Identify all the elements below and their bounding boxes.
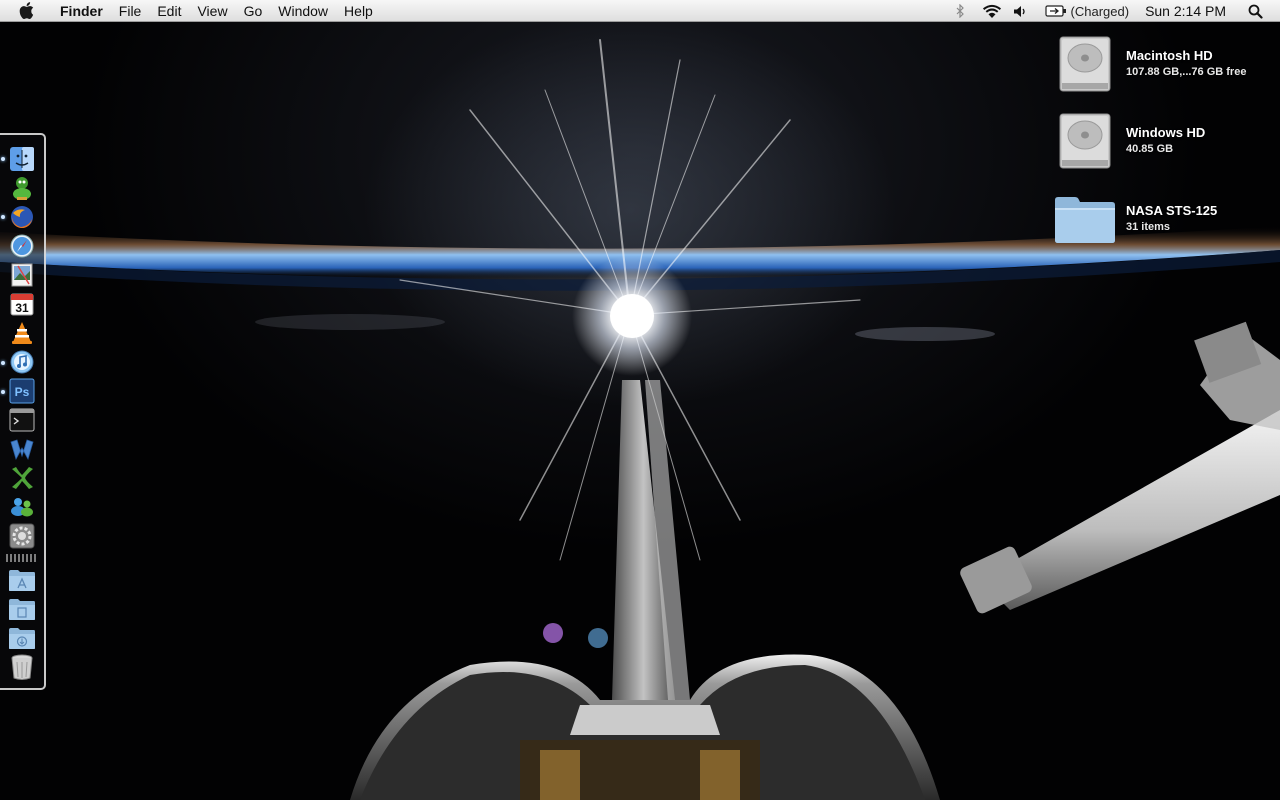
menu-finder[interactable]: Finder (52, 0, 111, 22)
volume-icon[interactable] (1011, 0, 1029, 22)
wifi-icon[interactable] (981, 0, 1003, 22)
battery-status[interactable]: (Charged) (1071, 0, 1130, 22)
photoshop-icon[interactable]: Ps (8, 377, 36, 405)
menu-file[interactable]: File (111, 0, 150, 22)
messenger-icon[interactable] (8, 493, 36, 521)
hard-drive-icon (1052, 32, 1118, 96)
preview-icon[interactable] (8, 261, 36, 289)
menu-window[interactable]: Window (270, 0, 336, 22)
menu-edit[interactable]: Edit (149, 0, 189, 22)
photoshop-label: Ps (15, 385, 30, 399)
excel-icon[interactable] (8, 464, 36, 492)
desktop-icon-name: Macintosh HD (1126, 48, 1213, 63)
dock: 31 Ps (0, 133, 46, 690)
applications-folder-icon[interactable] (8, 566, 36, 594)
running-indicator (1, 390, 5, 394)
desktop-icon-name: NASA STS-125 (1126, 203, 1218, 218)
word-icon[interactable] (8, 435, 36, 463)
trash-icon[interactable] (8, 653, 36, 681)
desktop-icon-name: Windows HD (1126, 125, 1206, 140)
adium-icon[interactable] (8, 174, 36, 202)
vlc-icon[interactable] (8, 319, 36, 347)
itunes-icon[interactable] (8, 348, 36, 376)
terminal-icon[interactable] (8, 406, 36, 434)
menu-clock[interactable]: Sun 2:14 PM (1145, 0, 1226, 22)
running-indicator (1, 157, 5, 161)
running-indicator (1, 361, 5, 365)
folder-icon (1052, 187, 1118, 251)
system-preferences-icon[interactable] (8, 522, 36, 550)
desktop-icon-info: 31 items (1126, 221, 1171, 233)
firefox-icon[interactable] (8, 203, 36, 231)
dock-separator[interactable] (6, 554, 38, 562)
documents-folder-icon[interactable] (8, 595, 36, 623)
desktop-icon-macintosh-hd[interactable]: Macintosh HD 107.88 GB,...76 GB free (1052, 32, 1278, 96)
battery-icon[interactable] (1044, 0, 1067, 22)
desktop-icon-nasa-sts-125[interactable]: NASA STS-125 31 items (1052, 187, 1278, 251)
ical-date: 31 (15, 301, 29, 315)
apple-icon[interactable] (0, 0, 52, 22)
finder-icon[interactable] (8, 145, 36, 173)
hard-drive-icon (1052, 109, 1118, 173)
menu-go[interactable]: Go (236, 0, 271, 22)
safari-icon[interactable] (8, 232, 36, 260)
spotlight-icon[interactable] (1244, 0, 1266, 22)
bluetooth-icon[interactable] (951, 0, 971, 22)
downloads-folder-icon[interactable] (8, 624, 36, 652)
running-indicator (1, 215, 5, 219)
menu-help[interactable]: Help (336, 0, 381, 22)
desktop-icon-windows-hd[interactable]: Windows HD 40.85 GB (1052, 109, 1278, 173)
menu-view[interactable]: View (189, 0, 235, 22)
menu-bar: Finder File Edit View Go Window Help (Ch… (0, 0, 1280, 22)
desktop-icon-info: 40.85 GB (1126, 143, 1174, 155)
desktop-icon-info: 107.88 GB,...76 GB free (1126, 66, 1247, 78)
ical-icon[interactable]: 31 (8, 290, 36, 318)
